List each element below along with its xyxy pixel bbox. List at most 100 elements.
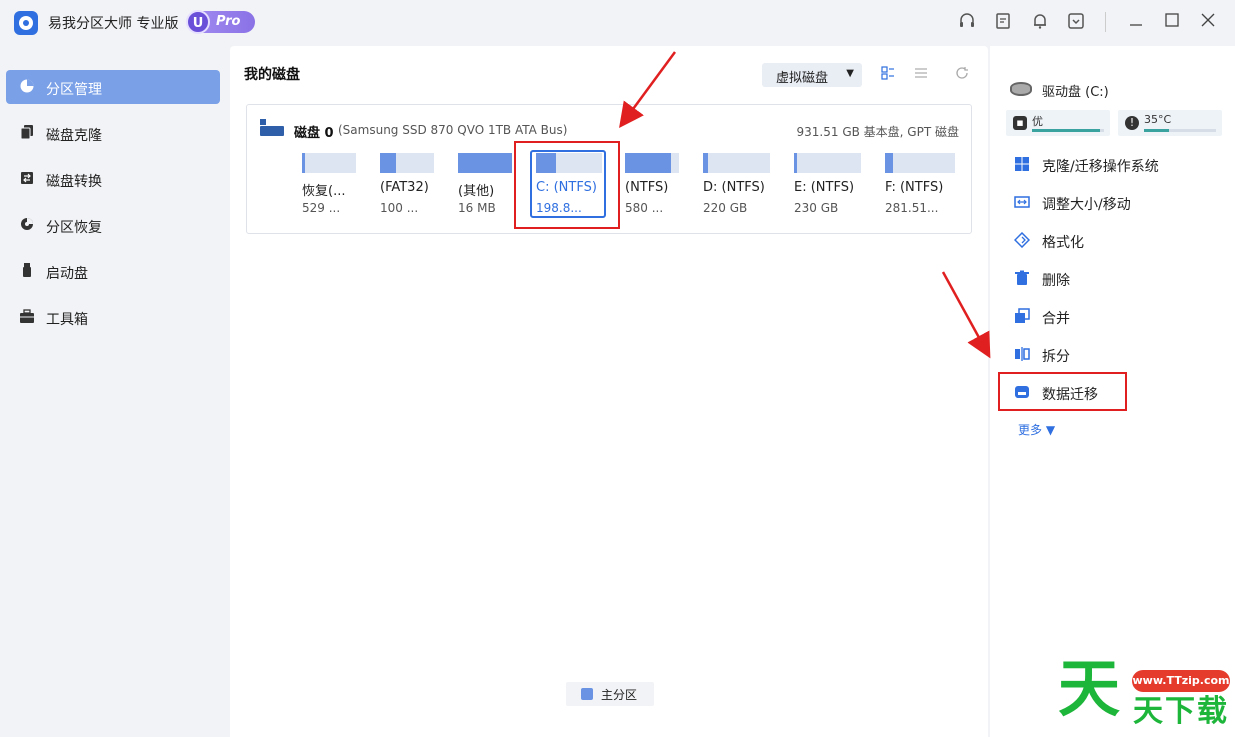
pie-chart-icon (18, 78, 36, 96)
recovery-icon (18, 216, 36, 234)
sidebar-item-label: 分区恢复 (46, 220, 102, 236)
partition-ntfs[interactable]: (NTFS) 580 ... (625, 153, 681, 223)
list-view-icon[interactable] (913, 66, 929, 82)
action-label: 删除 (1042, 273, 1070, 289)
sidebar: 分区管理 磁盘克隆 磁盘转换 分区恢复 启动盘 工具箱 (0, 46, 228, 737)
partition-size: 281.51... (885, 201, 939, 215)
sidebar-item-label: 磁盘克隆 (46, 128, 102, 144)
partition-usage-bar (703, 153, 770, 173)
watermark-url: www.TTzip.com (1132, 670, 1230, 692)
headset-icon[interactable] (957, 12, 977, 32)
minimize-button[interactable] (1126, 12, 1146, 32)
sidebar-item-disk-clone[interactable]: 磁盘克隆 (6, 116, 220, 150)
format-icon (1013, 231, 1031, 249)
partition-label: (FAT32) (380, 180, 429, 195)
legend-swatch (581, 688, 593, 700)
sidebar-item-label: 磁盘转换 (46, 174, 102, 190)
action-resize-move[interactable]: 调整大小/移动 (1004, 188, 1224, 216)
partition-fat32[interactable]: (FAT32) 100 ... (380, 153, 436, 223)
watermark-logo: 天 (1058, 652, 1121, 725)
partition-other[interactable]: (其他) 16 MB (458, 153, 514, 223)
partition-recovery[interactable]: 恢复(... 529 ... (302, 153, 358, 223)
action-delete[interactable]: 删除 (1004, 264, 1224, 292)
partition-usage-bar (794, 153, 861, 173)
sidebar-item-partition-recovery[interactable]: 分区恢复 (6, 208, 220, 242)
partition-usage-bar (380, 153, 434, 173)
health-status: ▪ 优 (1006, 110, 1110, 136)
refresh-icon[interactable] (954, 66, 970, 82)
action-label: 克隆/迁移操作系统 (1042, 159, 1159, 175)
titlebar-divider (1105, 12, 1106, 32)
annotation-highlight-c-drive (514, 141, 620, 229)
sidebar-item-label: 启动盘 (46, 266, 88, 282)
watermark-text: 天下载 (1133, 694, 1229, 729)
partition-size: 16 MB (458, 201, 496, 215)
virtual-disk-dropdown[interactable]: 虚拟磁盘 ▼ (762, 63, 862, 87)
disk-info: 931.51 GB 基本盘, GPT 磁盘 (796, 125, 959, 139)
download-icon[interactable] (1066, 12, 1086, 32)
partition-label: D: (NTFS) (703, 180, 765, 195)
legend-label: 主分区 (601, 688, 638, 702)
page-title: 我的磁盘 (244, 67, 300, 83)
action-label: 调整大小/移动 (1042, 197, 1131, 213)
health-label: 优 (1032, 115, 1043, 128)
app-title: 易我分区大师 专业版 (48, 16, 179, 32)
action-clone-os[interactable]: 克隆/迁移操作系统 (1004, 150, 1224, 178)
split-icon (1014, 346, 1030, 362)
sidebar-item-toolbox[interactable]: 工具箱 (6, 300, 220, 334)
sidebar-item-partition-manager[interactable]: 分区管理 (6, 70, 220, 104)
thermometer-icon: ǃ (1125, 116, 1139, 130)
resize-icon (1014, 194, 1030, 210)
sidebar-item-boot-disk[interactable]: 启动盘 (6, 254, 220, 288)
close-button[interactable] (1198, 12, 1218, 32)
partition-label: 恢复(... (302, 184, 346, 199)
partition-f-drive[interactable]: F: (NTFS) 281.51... (885, 153, 955, 223)
partition-size: 220 GB (703, 201, 748, 215)
drive-icon (1010, 82, 1032, 96)
sidebar-item-label: 分区管理 (46, 82, 102, 98)
legend: 主分区 (566, 682, 654, 706)
partition-label: F: (NTFS) (885, 180, 944, 195)
partition-usage-bar (625, 153, 679, 173)
toolbox-icon (18, 308, 36, 326)
title-bar: 易我分区大师 专业版 U Pro (0, 0, 1235, 46)
action-format[interactable]: 格式化 (1004, 226, 1224, 254)
health-bar (1032, 129, 1104, 132)
action-split[interactable]: 拆分 (1004, 340, 1224, 368)
temperature-bar (1144, 129, 1216, 132)
action-merge[interactable]: 合并 (1004, 302, 1224, 330)
disk-health-icon: ▪ (1013, 116, 1027, 130)
convert-icon (18, 170, 36, 188)
partition-size: 529 ... (302, 201, 341, 215)
clone-icon (18, 124, 36, 142)
grid-view-icon[interactable] (880, 66, 896, 82)
pro-badge[interactable]: U Pro (186, 10, 255, 34)
partition-size: 580 ... (625, 201, 664, 215)
merge-icon (1014, 308, 1030, 324)
maximize-button[interactable] (1162, 12, 1182, 32)
partition-size: 230 GB (794, 201, 839, 215)
drive-label: 驱动盘 (C:) (1042, 85, 1109, 100)
trash-icon (1014, 270, 1030, 286)
temperature-label: 35°C (1144, 113, 1172, 126)
usb-icon (18, 262, 36, 280)
sidebar-item-disk-convert[interactable]: 磁盘转换 (6, 162, 220, 196)
partition-usage-bar (302, 153, 356, 173)
partition-label: E: (NTFS) (794, 180, 855, 195)
partition-usage-bar (885, 153, 955, 173)
partition-usage-bar (458, 153, 512, 173)
feedback-icon[interactable] (993, 12, 1013, 32)
partition-d-drive[interactable]: D: (NTFS) 220 GB (703, 153, 770, 223)
disk-icon (260, 119, 284, 137)
bell-icon[interactable] (1030, 12, 1050, 32)
partition-label: (NTFS) (625, 180, 669, 195)
partition-label: (其他) (458, 184, 495, 199)
more-dropdown[interactable]: 更多 ▼ (1018, 421, 1055, 438)
virtual-disk-label: 虚拟磁盘 (776, 71, 829, 86)
app-logo-icon (14, 11, 38, 35)
partition-e-drive[interactable]: E: (NTFS) 230 GB (794, 153, 861, 223)
action-label: 拆分 (1042, 349, 1070, 365)
disk-model: (Samsung SSD 870 QVO 1TB ATA Bus) (338, 123, 568, 137)
windows-icon (1014, 156, 1030, 172)
pro-badge-letter: U (186, 10, 210, 34)
